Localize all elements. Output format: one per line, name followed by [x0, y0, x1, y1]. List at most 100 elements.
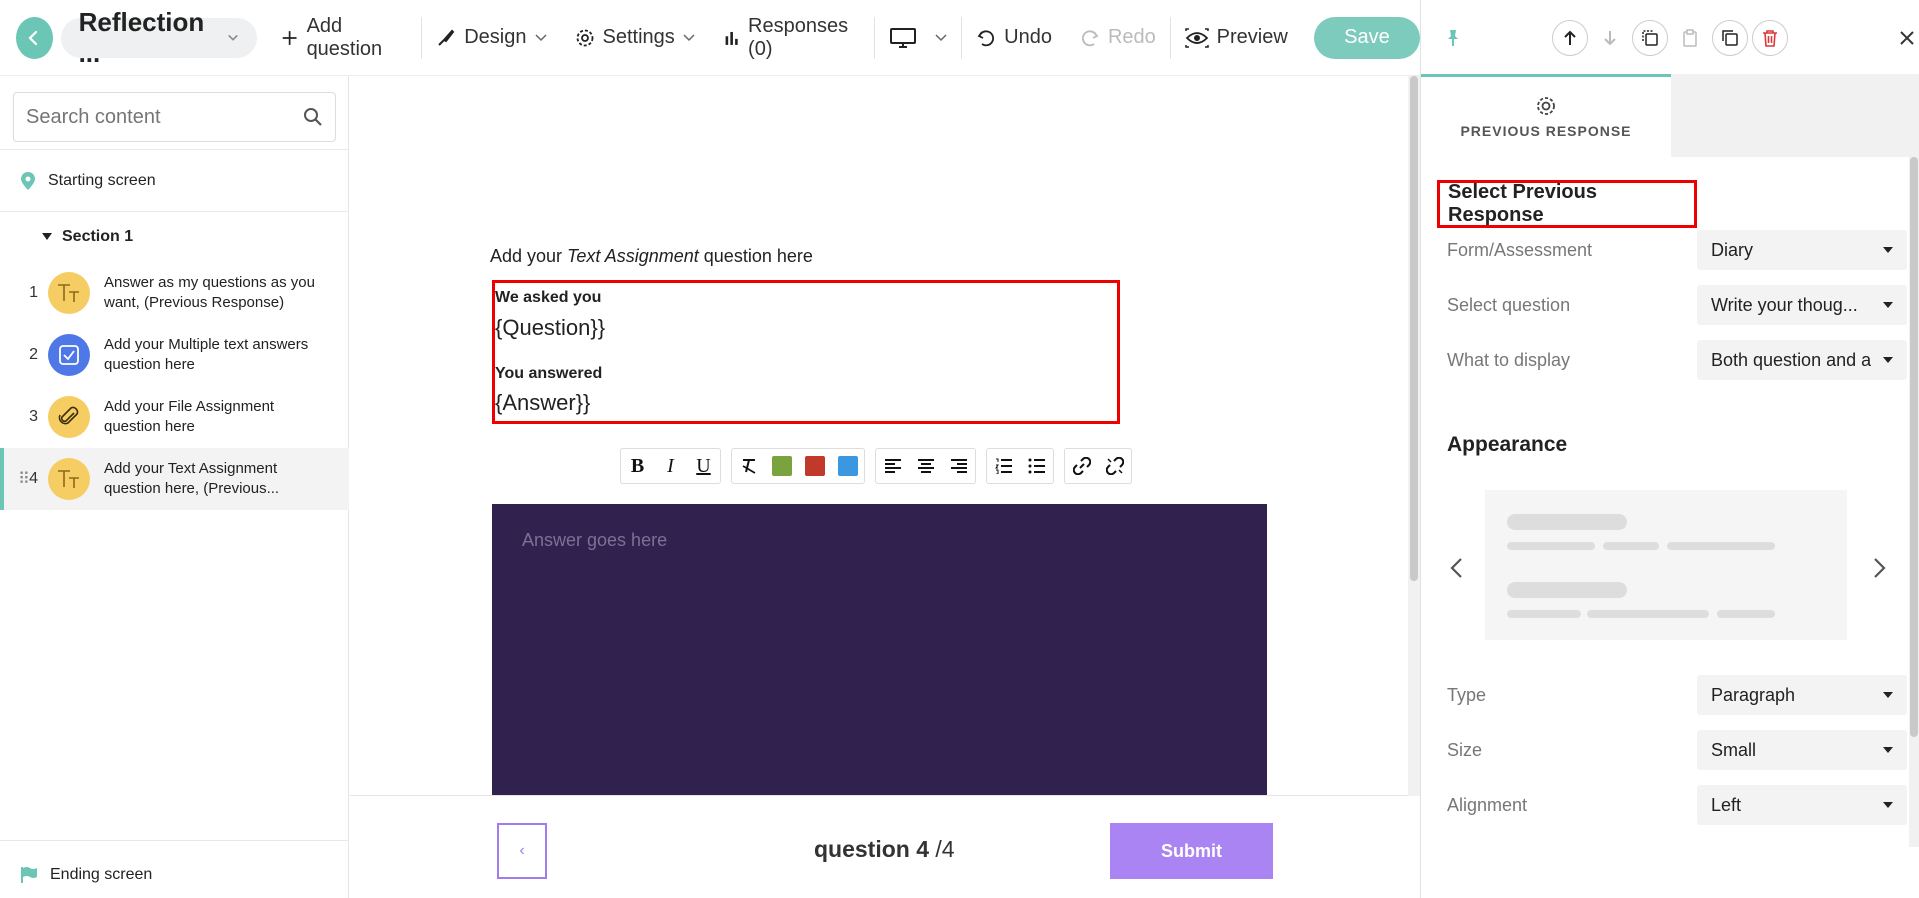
- search-box: [13, 92, 336, 142]
- unlink-button[interactable]: [1098, 449, 1131, 483]
- duplicate-button[interactable]: [1632, 20, 1668, 56]
- move-up-button[interactable]: [1552, 20, 1588, 56]
- chevron-left-icon[interactable]: [1449, 557, 1465, 579]
- unlink-icon: [1105, 457, 1124, 475]
- sidebar-question-2[interactable]: 2 Add your Multiple text answers questio…: [0, 324, 349, 386]
- copy-button[interactable]: [1712, 20, 1748, 56]
- preview-line: [1667, 542, 1775, 550]
- sidebar-question-3[interactable]: 3 Add your File Assignment question here: [0, 386, 349, 448]
- paste-button[interactable]: [1672, 20, 1708, 56]
- bullet-list-button[interactable]: [1020, 449, 1053, 483]
- chevron-left-icon: [28, 30, 38, 45]
- arrow-down-icon: [1604, 31, 1616, 46]
- ending-screen-item[interactable]: Ending screen: [20, 866, 152, 884]
- desktop-icon: [890, 27, 917, 48]
- list-group: [986, 448, 1054, 484]
- ordered-list-button[interactable]: [987, 449, 1020, 483]
- sidebar-question-1[interactable]: 1 Answer as my questions as you want, (P…: [0, 262, 349, 324]
- submit-button[interactable]: Submit: [1110, 823, 1273, 879]
- alignment-select[interactable]: Left: [1697, 785, 1907, 825]
- paperclip-icon: [48, 396, 90, 438]
- italic-button[interactable]: I: [654, 449, 687, 483]
- responses-button[interactable]: Responses (0): [709, 15, 875, 60]
- question-number: 3: [29, 408, 38, 425]
- section-label: Section 1: [62, 228, 134, 245]
- previous-response-block[interactable]: We asked you {Question}} You answered {A…: [492, 280, 1120, 424]
- preview-line: [1587, 610, 1709, 618]
- search-icon[interactable]: [303, 107, 323, 127]
- color-red-button[interactable]: [798, 449, 831, 483]
- align-center-button[interactable]: [909, 449, 942, 483]
- previous-question-button[interactable]: ‹: [497, 823, 547, 879]
- link-button[interactable]: [1065, 449, 1098, 483]
- select-question-select[interactable]: Write your thoug...: [1697, 285, 1907, 325]
- align-left-button[interactable]: [876, 449, 909, 483]
- question-label: Add your Multiple text answers question …: [104, 336, 309, 373]
- design-menu[interactable]: Design: [422, 18, 560, 58]
- question-title[interactable]: Add your Text Assignment question here: [490, 246, 813, 267]
- device-selector[interactable]: [875, 18, 961, 58]
- redo-icon: [1081, 29, 1099, 46]
- question-number: 2: [29, 346, 38, 363]
- clear-format-icon: [742, 459, 755, 474]
- drag-handle-icon[interactable]: ⠿: [18, 469, 30, 489]
- canvas-scrollbar[interactable]: [1408, 76, 1420, 796]
- redo-button[interactable]: Redo: [1066, 18, 1170, 58]
- sidebar-question-4[interactable]: ⠿ 4 Add your Text Assignment question he…: [0, 448, 349, 510]
- search-input[interactable]: [26, 105, 303, 129]
- color-green-button[interactable]: [765, 449, 798, 483]
- question-title-prefix: Add your: [490, 246, 568, 266]
- starting-screen-label: Starting screen: [48, 172, 156, 189]
- section-header[interactable]: Section 1: [42, 228, 133, 246]
- what-to-display-select[interactable]: Both question and a: [1697, 340, 1907, 380]
- caret-down-icon: [1883, 692, 1893, 698]
- text-icon: [48, 458, 90, 500]
- answer-textarea[interactable]: Answer goes here: [492, 504, 1267, 804]
- field-label: Alignment: [1447, 794, 1528, 815]
- clipboard-icon: [1683, 29, 1697, 47]
- blue-swatch: [837, 456, 858, 476]
- align-right-button[interactable]: [942, 449, 975, 483]
- eye-icon: [1184, 27, 1209, 48]
- green-swatch: [771, 456, 792, 476]
- type-select[interactable]: Paragraph: [1697, 675, 1907, 715]
- appearance-heading: Appearance: [1447, 433, 1568, 456]
- delete-button[interactable]: [1752, 20, 1788, 56]
- clear-format-button[interactable]: [732, 449, 765, 483]
- flag-icon: [21, 867, 37, 883]
- back-button[interactable]: [16, 16, 53, 59]
- text-icon: [48, 272, 90, 314]
- chevron-right-icon[interactable]: [1871, 557, 1887, 579]
- question-title-suffix: question here: [698, 246, 813, 266]
- tab-label: PREVIOUS RESPONSE: [1460, 123, 1632, 139]
- close-icon[interactable]: [1899, 30, 1915, 46]
- panel-scrollbar[interactable]: [1909, 157, 1919, 847]
- add-question-button[interactable]: Add question: [267, 15, 421, 60]
- question-nav-bar: ‹ question 4 /4 Submit: [350, 795, 1420, 898]
- form-assessment-select[interactable]: Diary: [1697, 230, 1907, 270]
- preview-button[interactable]: Preview: [1171, 18, 1302, 58]
- move-down-button[interactable]: [1592, 20, 1628, 56]
- starting-screen-item[interactable]: Starting screen: [20, 171, 156, 191]
- color-blue-button[interactable]: [831, 449, 864, 483]
- form-title-dropdown[interactable]: Reflection ...: [60, 7, 258, 68]
- chevron-down-icon: [683, 33, 695, 41]
- pin-icon[interactable]: [1443, 28, 1463, 48]
- scrollbar-thumb[interactable]: [1410, 76, 1418, 581]
- top-toolbar: Reflection ... Add question Design Setti…: [0, 0, 1421, 76]
- bold-button[interactable]: B: [621, 449, 654, 483]
- underline-button[interactable]: U: [687, 449, 720, 483]
- field-label: What to display: [1447, 349, 1571, 370]
- settings-menu[interactable]: Settings: [561, 18, 709, 58]
- undo-button[interactable]: Undo: [962, 18, 1066, 58]
- size-select[interactable]: Small: [1697, 730, 1907, 770]
- save-button[interactable]: Save: [1313, 16, 1421, 59]
- scrollbar-thumb[interactable]: [1910, 157, 1918, 737]
- appearance-preview-card[interactable]: [1485, 490, 1847, 640]
- align-left-icon: [884, 459, 901, 473]
- tab-previous-response[interactable]: PREVIOUS RESPONSE: [1421, 74, 1671, 157]
- chevron-down-icon: [935, 33, 947, 41]
- field-what-to-display: What to display Both question and a: [1447, 340, 1907, 380]
- select-value: Write your thoug...: [1711, 294, 1858, 315]
- preview-label: Preview: [1216, 26, 1288, 48]
